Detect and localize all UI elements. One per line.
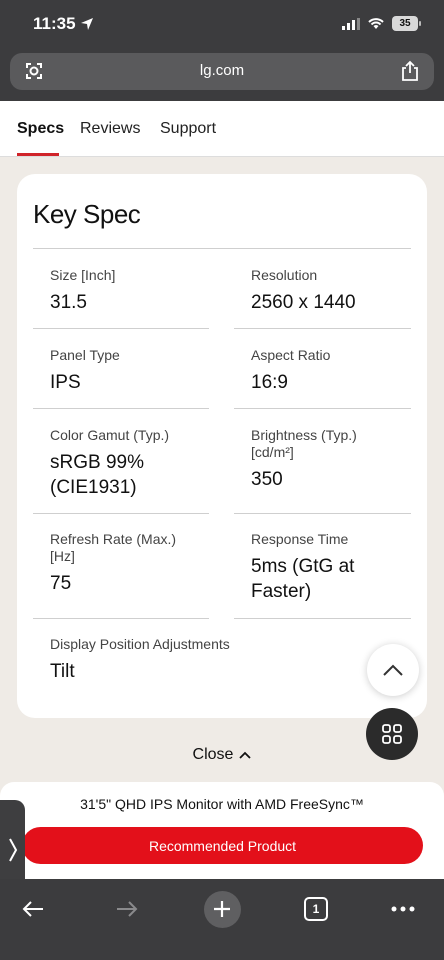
status-bar: 11:35 35 [0,0,444,50]
divider [33,618,209,619]
spec-value: sRGB 99% (CIE1931) [50,452,144,498]
address-bar[interactable]: lg.com [10,53,434,90]
spec-value: 2560 x 1440 [251,292,356,313]
more-dots-icon [391,906,415,912]
spec-value: 16:9 [251,372,288,393]
recommended-product-button[interactable]: Recommended Product [22,827,423,864]
status-time: 11:35 [33,14,94,34]
spec-size: Size [Inch] 31.5 [50,267,225,315]
spec-value: 5ms (GtG at Faster) [251,556,355,602]
signal-icon [342,17,360,30]
arrow-left-icon [22,901,43,917]
spec-label: Aspect Ratio [251,347,331,363]
active-tab-indicator [17,153,59,156]
divider [234,513,411,514]
spec-label: Resolution [251,267,318,283]
url-text[interactable]: lg.com [10,62,434,79]
spec-label: Brightness (Typ.) [cd/m²] [251,427,357,460]
divider [234,328,411,329]
spec-panel-type: Panel Type IPS [50,347,225,395]
tab-count: 1 [304,897,328,921]
divider [33,328,209,329]
spec-color-gamut: Color Gamut (Typ.) sRGB 99% (CIE1931) [50,427,210,500]
spec-label: Response Time [251,531,349,547]
divider [234,408,411,409]
spec-value: 31.5 [50,292,87,313]
spec-label: Panel Type [50,347,120,363]
divider [33,248,411,249]
chevron-right-icon [8,838,17,862]
spec-value: 75 [50,573,72,594]
divider [33,513,209,514]
spec-refresh-rate: Refresh Rate (Max.) [Hz] 75 [50,531,200,596]
spec-display-position: Display Position Adjustments Tilt [50,636,310,684]
spec-aspect-ratio: Aspect Ratio 16:9 [251,347,426,395]
spec-label: Display Position Adjustments [50,636,230,652]
spec-brightness: Brightness (Typ.) [cd/m²] 350 [251,427,401,492]
forward-button[interactable] [107,889,147,929]
tab-reviews[interactable]: Reviews [80,120,140,138]
tab-specs[interactable]: Specs [17,120,64,138]
product-sheet: 31'5" QHD IPS Monitor with AMD FreeSync™… [0,782,444,882]
battery-icon: 35 [392,16,421,31]
grid-icon [382,724,402,744]
divider [33,408,209,409]
tab-support[interactable]: Support [160,120,216,138]
browser-toolbar: 1 [0,879,444,960]
spec-label: Size [Inch] [50,267,116,283]
spec-resolution: Resolution 2560 x 1440 [251,267,426,315]
spec-value: 350 [251,469,283,490]
new-tab-button[interactable] [202,889,242,929]
back-button[interactable] [13,889,53,929]
browser-top-bar: 11:35 35 lg.com [0,0,444,101]
scroll-to-top-button[interactable] [367,644,419,696]
divider [234,618,411,619]
close-label: Close [192,746,234,763]
tabs-button[interactable]: 1 [296,889,336,929]
plus-icon [203,890,241,928]
more-button[interactable] [383,889,423,929]
chevron-up-icon [383,664,403,676]
wifi-icon [368,18,384,29]
spec-response-time: Response Time 5ms (GtG at Faster) [251,531,401,604]
spec-label: Refresh Rate (Max.) [Hz] [50,531,177,564]
share-icon[interactable] [400,60,420,82]
arrow-right-icon [117,901,138,917]
spec-value: Tilt [50,661,75,682]
status-icons: 35 [342,16,421,31]
spec-label: Color Gamut (Typ.) [50,427,170,443]
product-name: 31'5" QHD IPS Monitor with AMD FreeSync™ [80,796,364,812]
spec-value: IPS [50,372,81,393]
card-title: Key Spec [33,199,141,229]
close-button[interactable]: Close [0,746,444,764]
chevron-up-icon [239,751,252,759]
key-spec-card: Key Spec Size [Inch] 31.5 Resolution 256… [17,174,427,718]
location-arrow-icon [80,18,93,30]
spec-tabs: Specs Reviews Support [0,101,444,157]
